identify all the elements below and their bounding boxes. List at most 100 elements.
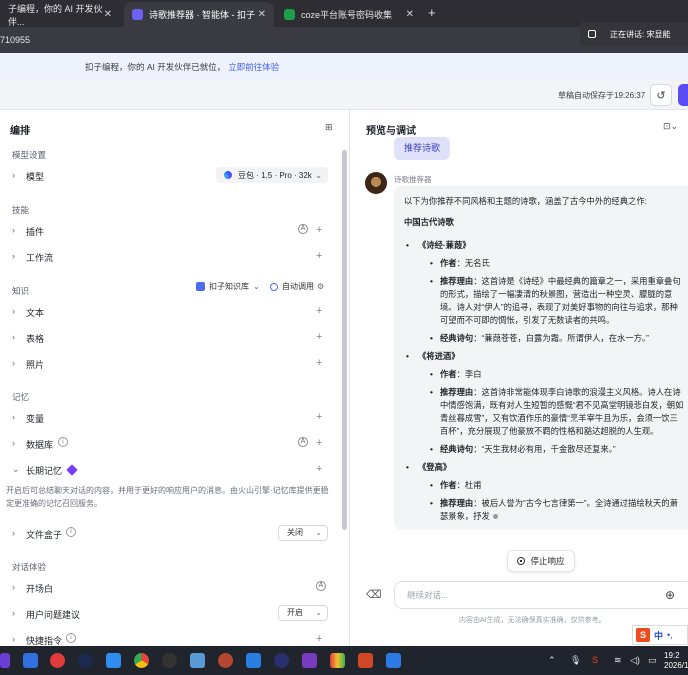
suggest-value: 开启 [287,608,303,617]
app-icon[interactable] [0,653,10,668]
ime-mode-icon[interactable]: 中 [654,629,663,642]
stop-response-button[interactable]: 停止响应 [507,550,575,572]
history-icon[interactable]: ↺ [650,84,672,106]
add-icon[interactable]: + [316,463,322,475]
browser-tab-poetry[interactable]: 诗歌推荐器 · 智能体 - 扣子 ✕ [124,2,274,27]
filebox-select[interactable]: 关闭 ⌄ [278,525,328,541]
url-text[interactable]: 710955 [0,35,30,45]
display-mode-icon[interactable]: ⊡⌄ [663,121,678,132]
clear-history-icon[interactable]: ⌫ [366,588,382,601]
vscode-icon[interactable] [106,653,121,668]
add-icon[interactable]: + [316,357,322,369]
add-icon[interactable]: + [316,411,322,423]
app-icon[interactable] [330,653,345,668]
row-label: 模型 [26,172,45,182]
row-opener[interactable]: › 开场白 A [0,578,340,598]
layout-icon[interactable]: ⊞ [325,122,333,133]
model-select[interactable]: 豆包 · 1.5 · Pro · 32k ⌄ [216,167,328,183]
auto-call-toggle[interactable]: 自动调用 ⚙ [270,281,324,292]
reason-value: 这首诗是《诗经》中最经典的篇章之一，采用重章叠句的形式，描绘了一幅凄清的秋景图，… [440,276,681,325]
microphone-icon[interactable]: 🎙 [570,655,581,666]
battery-icon[interactable]: ▭ [648,655,657,666]
left-scrollbar[interactable] [342,150,347,530]
powerpoint-icon[interactable] [358,653,373,668]
chevron-up-icon[interactable]: ⌃ [548,655,556,666]
add-icon[interactable]: + [316,224,322,236]
ime-punct-icon[interactable]: •, [667,630,673,640]
info-icon[interactable]: i [66,633,76,643]
poem-author: • 作者：杜甫 [430,480,482,490]
info-icon[interactable]: i [58,437,68,447]
ime-toolbar[interactable]: S 中 •, [632,625,688,645]
premium-gem-icon [66,464,78,476]
add-icon[interactable]: + [316,250,322,262]
chevron-right-icon: › [12,332,15,342]
row-variable[interactable]: › 变量 + [0,408,340,428]
bot-message: 以下为你推荐不同风格和主题的诗歌，涵盖了古今中外的经典之作: 中国古代诗歌 • … [394,186,688,530]
banner-text: 扣子编程，你的 AI 开发伙伴已就位， [85,61,226,72]
chevron-right-icon: › [12,225,15,235]
paint-icon[interactable] [386,653,401,668]
chevron-right-icon: › [12,528,15,538]
section-skills: 技能 [12,205,30,215]
verse-label: 经典诗句 [440,444,474,454]
model-value: 豆包 · 1.5 · Pro · 32k [238,170,312,180]
wifi-icon[interactable]: ≋ [614,655,622,666]
bullet: • [406,462,409,472]
chevron-down-icon: ⌄ [253,282,260,291]
photos-icon[interactable] [190,653,205,668]
add-icon[interactable]: + [316,331,322,343]
browser-tab-coze-accounts[interactable]: coze平台账号密码收集 ✕ [276,2,422,27]
netease-icon[interactable] [50,653,65,668]
row-suggest[interactable]: › 用户问题建议 开启 ⌄ [0,604,340,624]
row-filebox[interactable]: › 文件盒子 i 关闭 ⌄ [0,524,340,544]
publish-button[interactable] [678,84,688,106]
pcl-icon[interactable] [78,653,93,668]
close-icon[interactable]: ✕ [258,9,266,20]
row-database[interactable]: › 数据库 i A + [0,434,340,454]
row-model[interactable]: › 模型 豆包 · 1.5 · Pro · 32k ⌄ [0,166,340,186]
game-icon[interactable] [218,653,233,668]
github-icon[interactable] [162,653,177,668]
section-heading: 中国古代诗歌 [404,217,454,227]
close-icon[interactable]: ✕ [406,9,414,20]
media-icon[interactable] [302,653,317,668]
new-tab-plus-icon[interactable]: + [428,5,436,20]
clock-date: 2026/1 [664,661,688,670]
browser-tab-koze-coding[interactable]: 子编程，你的 AI 开发伙伴... ✕ [0,2,120,27]
suggest-select[interactable]: 开启 ⌄ [278,605,328,621]
close-icon[interactable]: ✕ [104,9,112,20]
row-photo[interactable]: › 照片 + [0,354,340,374]
info-icon[interactable]: i [66,527,76,537]
banner-link[interactable]: 立即前往体验 [228,61,279,73]
add-icon[interactable]: + [316,305,322,317]
auto-icon[interactable]: A [298,437,308,447]
steam-icon[interactable] [274,653,289,668]
auto-icon[interactable]: A [298,224,308,234]
row-shortcut[interactable]: › 快捷指令 i + [0,630,340,646]
author-label: 作者 [440,258,457,268]
volume-icon[interactable]: ◁) [630,655,640,666]
chevron-right-icon: › [12,358,15,368]
sogou-tray-icon[interactable]: S [592,655,598,665]
kb-selector[interactable]: 扣子知识库 ⌄ [196,281,260,292]
add-icon[interactable]: + [316,633,322,645]
add-attachment-icon[interactable]: ⊕ [665,582,675,608]
edge-icon[interactable] [246,653,261,668]
row-text[interactable]: › 文本 + [0,302,340,322]
verse-label: 经典诗句 [440,333,474,343]
editor-toolbar: 草稿自动保存于19:26:37 ↺ [0,80,688,110]
row-table[interactable]: › 表格 + [0,328,340,348]
p-app-icon[interactable] [23,653,38,668]
settings-icon[interactable]: ⚙ [317,282,324,291]
auto-icon[interactable]: A [316,581,326,591]
add-icon[interactable]: + [316,437,322,449]
row-workflow[interactable]: › 工作流 + [0,247,340,267]
row-long-memory[interactable]: ⌄ 长期记忆 + [0,460,340,480]
clock[interactable]: 19:2 2026/1 [664,651,688,671]
row-plugin[interactable]: › 插件 A + [0,221,340,241]
chat-input[interactable]: 继续对话... ⊕ [394,581,688,609]
reason-value: 被后人誉为“古今七言律第一”。全诗通过描绘秋天的萧瑟景象，抒发 [440,498,678,521]
tab-label: 诗歌推荐器 · 智能体 - 扣子 [149,10,255,20]
chrome-icon[interactable] [134,653,149,668]
